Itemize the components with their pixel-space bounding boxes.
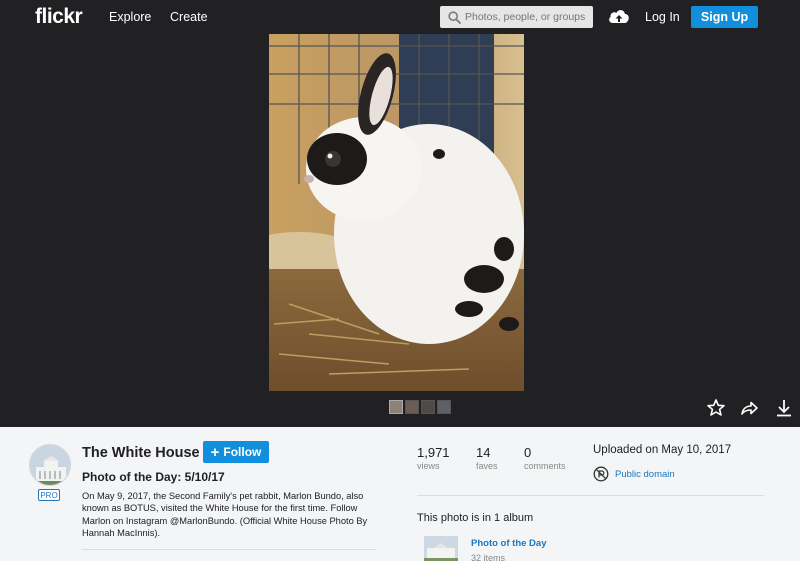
signup-button[interactable]: Sign Up [691, 6, 758, 28]
public-domain-icon [593, 466, 609, 482]
photo-strip [389, 400, 451, 414]
license-link[interactable]: Public domain [615, 469, 675, 480]
photo-stage [0, 34, 800, 427]
divider [417, 495, 764, 496]
album-thumbnail[interactable] [424, 536, 458, 561]
photo-thumbnail[interactable] [389, 400, 403, 414]
views-stat: 1,971 views [417, 445, 450, 471]
photo-thumbnail[interactable] [421, 400, 435, 414]
cloud-upload-icon[interactable] [607, 6, 631, 28]
nav-create-link[interactable]: Create [170, 10, 208, 24]
faves-label: faves [476, 461, 498, 471]
owner-name[interactable]: The White House [82, 445, 200, 461]
photo-thumbnail[interactable] [405, 400, 419, 414]
views-label: views [417, 461, 440, 471]
search-icon[interactable] [443, 6, 465, 28]
login-link[interactable]: Log In [645, 10, 680, 24]
photo-description: On May 9, 2017, the Second Family's pet … [82, 491, 368, 538]
owner-avatar[interactable] [29, 444, 71, 486]
pro-badge: PRO [38, 489, 60, 501]
album-item-count: 32 items [471, 553, 506, 561]
nav-explore-link[interactable]: Explore [109, 10, 151, 24]
faves-stat: 14 faves [476, 445, 498, 471]
views-count: 1,971 [417, 445, 450, 460]
album-name-link[interactable]: Photo of the Day [471, 538, 546, 549]
main-photo[interactable] [269, 34, 524, 391]
download-icon[interactable] [774, 398, 794, 418]
license-info[interactable]: Public domain [593, 466, 675, 482]
star-icon[interactable] [706, 398, 726, 418]
plus-icon: + [210, 443, 220, 461]
comments-label: comments [524, 461, 566, 471]
top-nav: flickr Explore Create Log In Sign Up [0, 0, 800, 34]
follow-label: Follow [223, 445, 262, 459]
faves-count: 14 [476, 445, 491, 460]
albums-heading: This photo is in 1 album [417, 512, 534, 524]
comments-stat: 0 comments [524, 445, 566, 471]
photo-thumbnail[interactable] [437, 400, 451, 414]
upload-date: Uploaded on May 10, 2017 [593, 444, 732, 456]
search-input[interactable] [465, 11, 590, 23]
comments-count: 0 [524, 445, 532, 460]
search-box[interactable] [440, 6, 593, 28]
divider [82, 549, 376, 550]
photo-title: Photo of the Day: 5/10/17 [82, 470, 225, 484]
share-icon[interactable] [739, 398, 759, 418]
follow-button[interactable]: + Follow [203, 441, 269, 463]
flickr-logo[interactable]: flickr [35, 5, 83, 29]
